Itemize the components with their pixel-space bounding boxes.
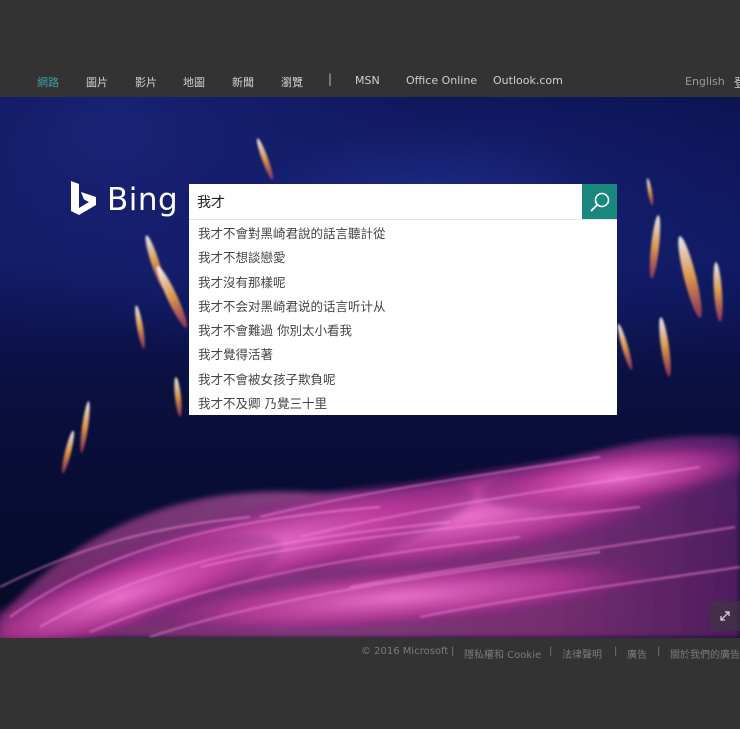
nav-msn[interactable]: MSN [355,74,380,87]
suggestion-item[interactable]: 我才不及卿 乃覺三十里 [189,392,617,416]
search-input[interactable] [197,184,577,219]
footer-separator: | [614,646,618,657]
search-button[interactable] [582,184,617,219]
suggestion-item[interactable]: 我才沒有那樣呢 [189,271,617,295]
footer-separator: | [451,646,455,657]
suggestion-item[interactable]: 我才不會難過 你別太小看我 [189,319,617,343]
footer-separator: | [657,646,661,657]
footer-legal-link[interactable]: 法律聲明 [562,646,602,661]
suggestion-item[interactable]: 我才不会对黑崎君说的话言听计从 [189,295,617,319]
nav-explore[interactable]: 瀏覽 [281,74,303,90]
logo-text: Bing [107,182,179,218]
suggestion-item[interactable]: 我才不會被女孩子欺負呢 [189,368,617,392]
bing-homepage: 網路 圖片 影片 地圖 新聞 瀏覽 | MSN Office Online Ou… [0,0,740,729]
footer-privacy-link[interactable]: 隱私權和 Cookie [464,646,541,661]
nav-office-online[interactable]: Office Online [406,74,477,87]
footer-separator: | [549,646,553,657]
suggestion-list: 我才不會對黑崎君說的話言聽計從 我才不想談戀愛 我才沒有那樣呢 我才不会对黑崎君… [189,219,617,415]
footer-about-ads-link[interactable]: 關於我們的廣告 [670,646,740,661]
footer: © 2016 Microsoft | 隱私權和 Cookie | 法律聲明 | … [0,638,740,729]
search-icon [590,192,609,211]
search-box [189,184,582,219]
suggestion-item[interactable]: 我才不想談戀愛 [189,246,617,270]
nav-maps[interactable]: 地圖 [183,74,205,90]
signin-link[interactable]: 登 [734,74,740,91]
suggestion-item[interactable]: 我才不會對黑崎君說的話言聽計從 [189,222,617,246]
bing-logo-icon [71,181,96,215]
nav-images[interactable]: 圖片 [86,74,108,90]
suggestion-item[interactable]: 我才覺得活著 [189,343,617,367]
nav-news[interactable]: 新聞 [232,74,254,90]
nav-web[interactable]: 網路 [37,74,59,90]
nav-outlook[interactable]: Outlook.com [493,74,563,87]
footer-advertise-link[interactable]: 廣告 [627,646,647,661]
expand-icon [720,611,730,621]
top-navigation: 網路 圖片 影片 地圖 新聞 瀏覽 | MSN Office Online Ou… [0,0,740,97]
expand-button[interactable] [710,601,740,631]
nav-videos[interactable]: 影片 [135,74,157,90]
nav-separator: | [328,72,333,86]
copyright-text: © 2016 Microsoft [361,646,449,657]
bing-logo[interactable]: Bing [69,180,178,220]
language-link[interactable]: English [685,75,725,88]
